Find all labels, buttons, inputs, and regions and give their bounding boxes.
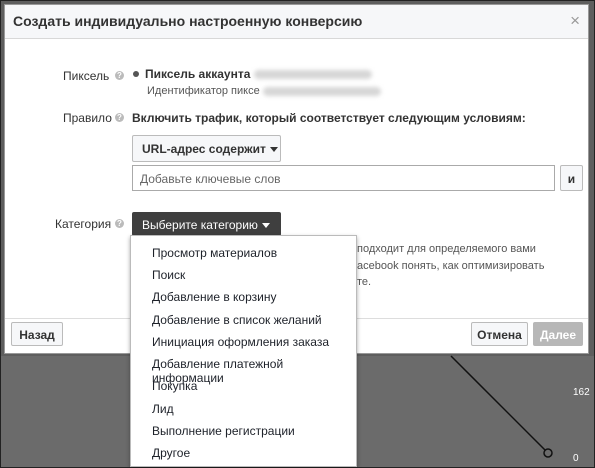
pixel-account-prefix: Пиксель аккаунта bbox=[145, 67, 251, 81]
menu-item-complete-registration[interactable]: Выполнение регистрации bbox=[152, 424, 295, 438]
help-icon[interactable]: ? bbox=[115, 219, 124, 228]
category-label: Категория bbox=[55, 217, 112, 231]
dialog-title: Создать индивидуально настроенную конвер… bbox=[13, 13, 363, 29]
pixel-id: Идентификатор пиксе bbox=[147, 85, 381, 97]
pixel-account-name: Пиксель аккаунта bbox=[145, 67, 372, 81]
url-condition-select[interactable]: URL-адрес содержит bbox=[132, 135, 281, 162]
axis-label-bottom: 0 bbox=[573, 453, 579, 464]
menu-item-other[interactable]: Другое bbox=[152, 446, 190, 460]
chevron-down-icon bbox=[261, 223, 270, 229]
menu-item-add-to-wishlist[interactable]: Добавление в список желаний bbox=[152, 313, 322, 327]
keywords-input[interactable]: Добавьте ключевые слов bbox=[132, 165, 555, 191]
pixel-radio-icon[interactable] bbox=[133, 71, 139, 77]
next-button[interactable]: Далее bbox=[533, 322, 583, 346]
pixel-id-prefix: Идентификатор пиксе bbox=[147, 85, 260, 97]
blurred-account-name bbox=[253, 70, 372, 80]
cancel-button[interactable]: Отмена bbox=[471, 322, 528, 346]
help-icon[interactable]: ? bbox=[115, 113, 124, 122]
pixel-label: Пиксель bbox=[63, 69, 110, 83]
rule-description: Включить трафик, который соответствует с… bbox=[132, 111, 526, 125]
chart-point bbox=[543, 448, 553, 458]
category-hint-3: те. bbox=[357, 276, 372, 288]
and-condition-button[interactable]: и bbox=[560, 165, 583, 191]
category-select-label: Выберите категорию bbox=[142, 218, 258, 232]
close-icon[interactable]: × bbox=[570, 11, 580, 31]
category-hint-2: acebook понять, как оптимизировать bbox=[357, 260, 545, 272]
back-button[interactable]: Назад bbox=[11, 322, 63, 346]
menu-item-view-content[interactable]: Просмотр материалов bbox=[152, 246, 277, 260]
blurred-pixel-id bbox=[262, 86, 381, 96]
axis-label-top: 162 bbox=[573, 387, 590, 398]
help-icon[interactable]: ? bbox=[115, 71, 124, 80]
menu-item-lead[interactable]: Лид bbox=[152, 402, 174, 416]
menu-item-initiate-checkout[interactable]: Инициация оформления заказа bbox=[152, 335, 329, 349]
menu-item-purchase[interactable]: Покупка bbox=[152, 379, 197, 393]
menu-item-search[interactable]: Поиск bbox=[152, 268, 185, 282]
rule-label: Правило bbox=[63, 111, 112, 125]
category-select-button[interactable]: Выберите категорию bbox=[132, 212, 281, 236]
url-condition-label: URL-адрес содержит bbox=[142, 142, 266, 156]
category-dropdown-menu: Просмотр материалов Поиск Добавление в к… bbox=[130, 235, 357, 467]
dialog-header: Создать индивидуально настроенную конвер… bbox=[5, 5, 588, 39]
category-hint-1: подходит для определяемого вами bbox=[357, 243, 536, 255]
chevron-down-icon bbox=[269, 147, 278, 153]
menu-item-add-to-cart[interactable]: Добавление в корзину bbox=[152, 290, 276, 304]
